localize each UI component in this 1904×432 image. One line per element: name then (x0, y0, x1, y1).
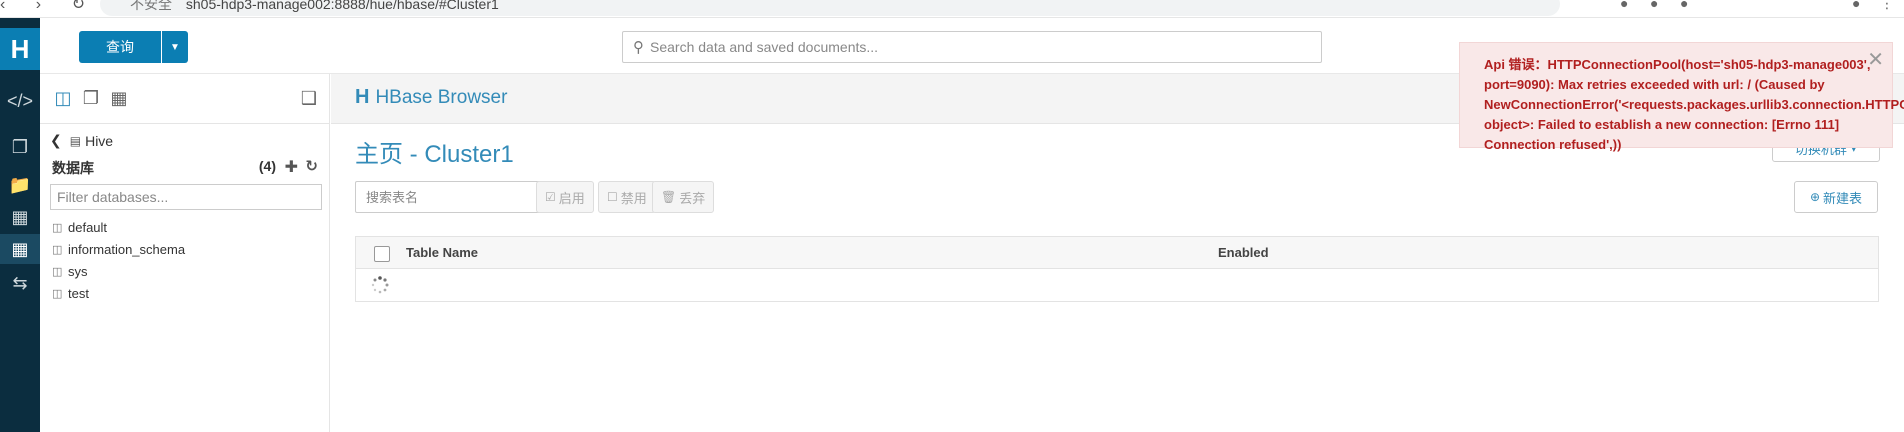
back-chevron-icon[interactable]: ❮ (50, 132, 62, 149)
loading-spinner-icon (371, 276, 389, 294)
query-button[interactable]: 查询 (79, 31, 161, 63)
editor-icon[interactable]: </> (0, 86, 40, 116)
hive-icon: ▤ (69, 133, 82, 148)
breadcrumb-label: Hive (85, 132, 114, 149)
collapse-panel-icon[interactable]: ❑ (298, 87, 320, 109)
list-item[interactable]: ◫ sys (52, 260, 185, 282)
database-icon: ◫ (52, 221, 63, 234)
new-table-button[interactable]: ⊕ 新建表 (1794, 181, 1878, 213)
database-icon: ◫ (52, 287, 63, 300)
app-title: H HBase Browser (355, 86, 507, 109)
tables-table: Table Name Enabled (355, 236, 1879, 302)
list-item[interactable]: ◫ default (52, 216, 185, 238)
database-name: default (68, 219, 108, 235)
browser-url-bar[interactable]: 不安全 sh05-hdp3-manage002:8888/hue/hbase/#… (100, 0, 1560, 16)
close-icon[interactable]: ✕ (1867, 47, 1884, 72)
query-dropdown-caret-icon[interactable]: ▼ (162, 31, 188, 63)
extension-icon[interactable]: ● (1620, 0, 1628, 11)
add-database-icon[interactable]: ✚ (285, 157, 298, 177)
square-icon: ☐ (607, 190, 618, 204)
list-item[interactable]: ◫ information_schema (52, 238, 185, 260)
enable-button[interactable]: ☑ 启用 (536, 181, 594, 213)
hue-logo[interactable]: H (0, 28, 40, 70)
browser-address-strip: ‹ › ↻ 不安全 sh05-hdp3-manage002:8888/hue/h… (0, 0, 1904, 18)
database-name: sys (68, 263, 88, 279)
search-icon: ⚲ (633, 39, 644, 56)
database-icon: ◫ (52, 265, 63, 278)
column-header-table-name[interactable]: Table Name (406, 245, 478, 260)
error-message: Api 错误：HTTPConnectionPool(host='sh05-hdp… (1484, 57, 1904, 152)
extension-icon[interactable]: ● (1680, 0, 1688, 11)
transfer-icon[interactable]: ⇆ (0, 268, 40, 298)
disable-label: 禁用 (620, 190, 647, 206)
databases-label: 数据库 (52, 160, 94, 176)
extension-icon[interactable]: ● (1650, 0, 1658, 11)
drop-button[interactable]: 🗑 丢弃 (652, 181, 715, 213)
page-title: 主页 - Cluster1 (355, 141, 514, 168)
profile-avatar-icon[interactable]: ● (1852, 0, 1860, 11)
app-title-text: HBase Browser (375, 86, 508, 108)
new-table-label: 新建表 (1823, 190, 1863, 206)
global-search-input[interactable] (650, 39, 1290, 55)
select-all-checkbox[interactable] (374, 246, 390, 262)
column-header-enabled[interactable]: Enabled (1218, 245, 1269, 260)
check-icon: ☑ (545, 190, 556, 204)
browser-nav: ‹ › ↻ (0, 0, 111, 14)
list-item[interactable]: ◫ test (52, 282, 185, 304)
refresh-icon[interactable]: ↻ (305, 157, 318, 175)
folder-icon[interactable]: 📁 (0, 170, 40, 200)
assist-breadcrumb[interactable]: ❮ ▤ Hive (50, 132, 113, 149)
database-name: information_schema (68, 241, 186, 257)
databases-count: (4) (258, 158, 276, 174)
left-nav-rail: H </> ❐ 📁 ▦ ▦ ⇆ (0, 18, 40, 432)
insecure-label: 不安全 (130, 0, 172, 12)
database-list: ◫ default ◫ information_schema ◫ sys ◫ test (52, 216, 185, 304)
back-icon[interactable]: ‹ (0, 0, 5, 14)
database-icon: ◫ (52, 243, 63, 256)
assist-tabs: ◫ ❐ ▦ ❑ (40, 74, 330, 124)
apps-tab-icon[interactable]: ▦ (108, 87, 130, 109)
table-header-row: Table Name Enabled (356, 237, 1878, 269)
global-search[interactable]: ⚲ (622, 31, 1322, 63)
browser-menu-icon[interactable]: ⋮ (1880, 0, 1894, 12)
enable-label: 启用 (558, 190, 585, 206)
trash-icon: 🗑 (661, 190, 677, 204)
reload-icon[interactable]: ↻ (72, 0, 85, 14)
hbase-icon: H (355, 86, 370, 108)
plus-circle-icon: ⊕ (1809, 190, 1821, 204)
sql-database-icon[interactable]: ◫ (52, 87, 74, 109)
disable-button[interactable]: ☐ 禁用 (598, 181, 656, 213)
dashboard-icon[interactable]: ▦ (0, 234, 40, 264)
browser-url: sh05-hdp3-manage002:8888/hue/hbase/#Clus… (185, 0, 499, 12)
databases-header: 数据库 (4) ✚ ↻ (52, 158, 322, 178)
database-name: test (68, 285, 89, 301)
table-icon[interactable]: ▦ (0, 202, 40, 232)
drop-label: 丢弃 (679, 190, 706, 206)
filter-databases-input[interactable] (50, 184, 322, 210)
documents-icon[interactable]: ❐ (0, 132, 40, 162)
forward-icon[interactable]: › (36, 0, 41, 14)
documents-tab-icon[interactable]: ❐ (80, 87, 102, 109)
error-toast: Api 错误：HTTPConnectionPool(host='sh05-hdp… (1459, 42, 1904, 152)
assist-panel: ◫ ❐ ▦ ❑ ❮ ▤ Hive 数据库 (4) ✚ ↻ ◫ default ◫ i… (40, 74, 330, 432)
